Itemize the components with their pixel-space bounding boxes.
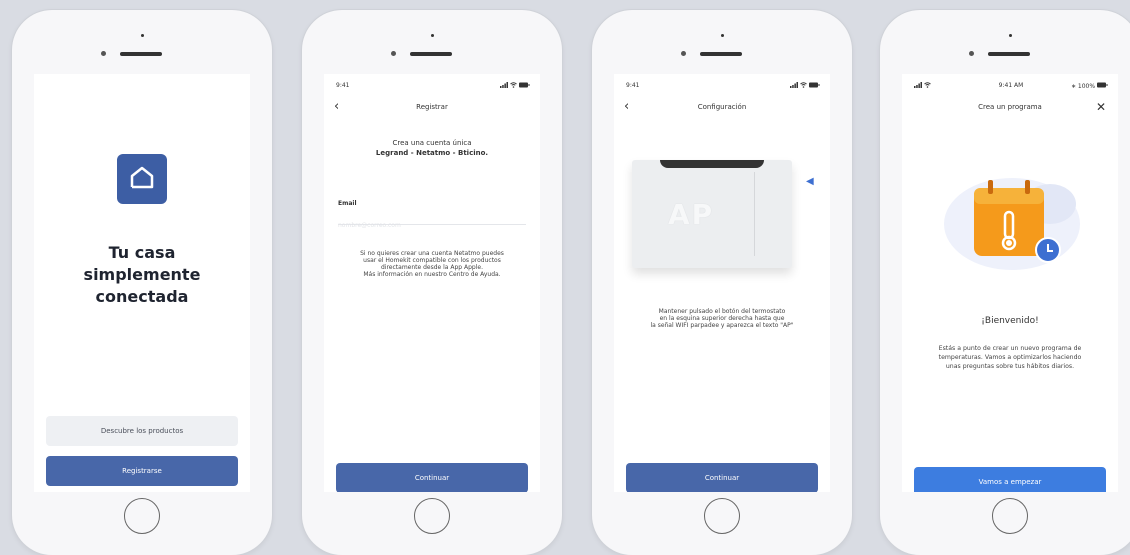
continue-button[interactable]: Continuar	[626, 463, 818, 492]
home-button[interactable]	[414, 498, 450, 534]
navigation-bar: ‹ Configuración	[614, 100, 830, 116]
home-button[interactable]	[992, 498, 1028, 534]
register-heading: Crea una cuenta única Legrand - Netatmo …	[324, 138, 540, 158]
phone-frame-config: 9:41 ‹ Configuración AP ◀ Mantener pulsa…	[592, 10, 852, 555]
bluetooth-icon: ∗	[1070, 83, 1076, 90]
info-line: Si no quieres crear una cuenta Netatmo p…	[360, 250, 504, 257]
welcome-title-line: conectada	[95, 287, 189, 306]
register-screen: 9:41 ‹ Registrar Crea una cuenta única L…	[324, 74, 540, 492]
email-placeholder: nombre@correo.com	[338, 222, 401, 229]
welcome-heading: ¡Bienvenido!	[981, 316, 1039, 326]
description-line: unas preguntas sobre tus hábitos diarios…	[945, 363, 1075, 370]
sensor-dot	[391, 51, 396, 56]
thermostat-illustration: AP	[632, 160, 792, 268]
help-center-link[interactable]: Más información en nuestro Centro de Ayu…	[338, 271, 526, 278]
wifi-icon	[510, 82, 517, 88]
app-logo	[117, 154, 167, 204]
earpiece-speaker	[120, 52, 162, 56]
battery-icon	[1097, 82, 1108, 88]
homekit-info-text: Si no quieres crear una cuenta Netatmo p…	[338, 250, 526, 278]
program-description: Estás a punto de crear un nuevo programa…	[916, 344, 1104, 371]
house-icon	[130, 166, 154, 189]
status-right: ∗ 100%	[1071, 82, 1108, 90]
signal-icon	[500, 82, 509, 88]
front-camera	[1009, 34, 1012, 37]
calendar-thermometer-illustration	[944, 178, 1080, 270]
home-button[interactable]	[704, 498, 740, 534]
status-time: 9:41 AM	[998, 82, 1024, 89]
front-camera	[431, 34, 434, 37]
nav-title: Crea un programa	[978, 103, 1042, 111]
nav-title: Configuración	[697, 103, 747, 111]
instruction-line: en la esquina superior derecha hasta que	[659, 315, 785, 322]
battery-icon	[519, 82, 530, 88]
email-field[interactable]: nombre@correo.com	[338, 212, 526, 229]
heading-brands: Legrand - Netatmo - Bticino.	[375, 149, 489, 157]
close-icon[interactable]: ✕	[1096, 100, 1106, 114]
email-label: Email	[338, 200, 357, 207]
register-button[interactable]: Registrarse	[46, 456, 238, 486]
wifi-icon	[800, 82, 807, 88]
battery-percent: 100%	[1077, 83, 1096, 90]
status-left-icons	[914, 82, 931, 90]
battery-icon	[809, 82, 820, 88]
status-icons	[790, 82, 820, 90]
pointer-arrow-icon: ◀	[806, 176, 814, 187]
discover-products-button[interactable]: Descubre los productos	[46, 416, 238, 446]
status-time: 9:41	[336, 82, 350, 89]
phone-frame-program: 9:41 AM ∗ 100% Crea un programa ✕ ¡Bienv…	[880, 10, 1130, 555]
config-screen: 9:41 ‹ Configuración AP ◀ Mantener pulsa…	[614, 74, 830, 492]
front-camera	[721, 34, 724, 37]
welcome-title-line: Tu casa	[108, 243, 176, 262]
description-line: Estás a punto de crear un nuevo programa…	[938, 345, 1082, 352]
phone-frame-welcome: Tu casa simplemente conectada Descubre l…	[12, 10, 272, 555]
config-instructions: Mantener pulsado el botón del termostato…	[628, 308, 816, 329]
status-bar: 9:41	[626, 82, 820, 92]
navigation-bar: ‹ Registrar	[324, 100, 540, 116]
earpiece-speaker	[988, 52, 1030, 56]
home-button[interactable]	[124, 498, 160, 534]
front-camera	[141, 34, 144, 37]
thermostat-display: AP	[668, 198, 715, 231]
status-bar: 9:41	[336, 82, 530, 92]
navigation-bar: Crea un programa ✕	[902, 100, 1118, 116]
welcome-title-line: simplemente	[83, 265, 201, 284]
sensor-dot	[681, 51, 686, 56]
continue-button[interactable]: Continuar	[336, 463, 528, 492]
info-line: usar el Homekit compatible con los produ…	[363, 257, 501, 264]
wifi-icon	[924, 82, 931, 88]
status-time: 9:41	[626, 82, 640, 89]
start-button[interactable]: Vamos a empezar	[914, 467, 1106, 492]
instruction-line: la señal WIFI parpadee y aparezca el tex…	[650, 322, 794, 329]
thermostat-top-bar	[660, 160, 764, 168]
signal-icon	[914, 82, 922, 88]
info-line: directamente desde la App Apple.	[380, 264, 484, 271]
status-icons	[500, 82, 530, 90]
welcome-screen: Tu casa simplemente conectada Descubre l…	[34, 74, 250, 492]
welcome-title: Tu casa simplemente conectada	[34, 242, 250, 308]
earpiece-speaker	[700, 52, 742, 56]
sensor-dot	[969, 51, 974, 56]
thermostat-divider	[754, 172, 755, 256]
heading-line: Crea una cuenta única	[392, 139, 472, 147]
status-bar: 9:41 AM ∗ 100%	[914, 82, 1108, 92]
sensor-dot	[101, 51, 106, 56]
phone-frame-register: 9:41 ‹ Registrar Crea una cuenta única L…	[302, 10, 562, 555]
instruction-line: Mantener pulsado el botón del termostato	[658, 308, 786, 315]
nav-title: Registrar	[416, 103, 448, 111]
earpiece-speaker	[410, 52, 452, 56]
description-line: temperaturas. Vamos a optimizarlos hacie…	[938, 354, 1082, 361]
program-screen: 9:41 AM ∗ 100% Crea un programa ✕ ¡Bienv…	[902, 74, 1118, 492]
signal-icon	[790, 82, 799, 88]
